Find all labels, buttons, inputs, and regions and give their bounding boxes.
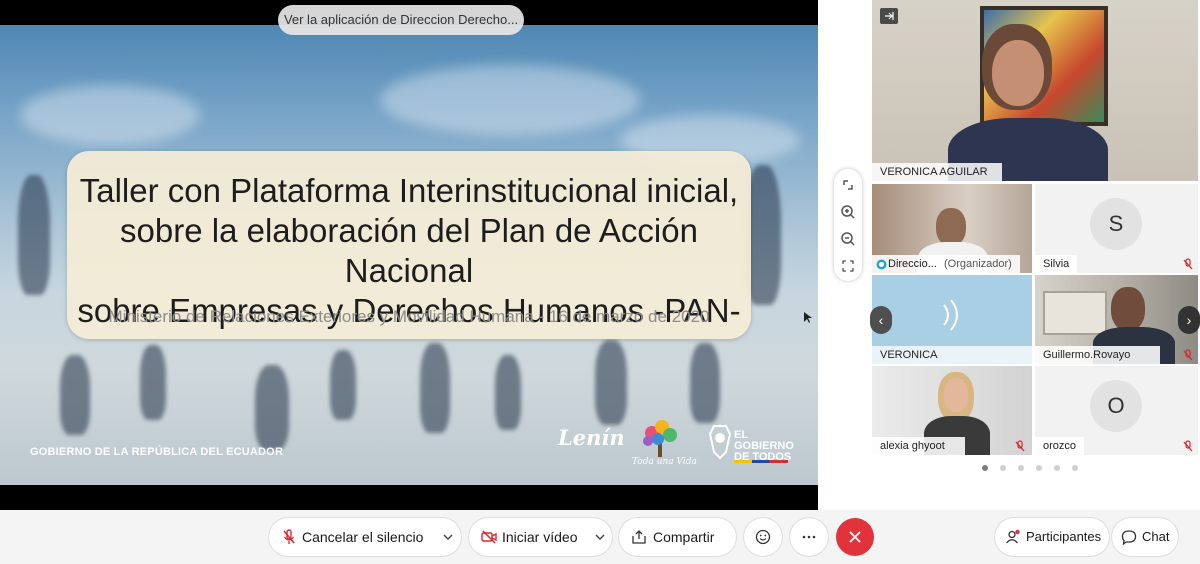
cloud-decoration <box>380 65 640 135</box>
start-video-button[interactable]: Iniciar vídeo <box>469 518 612 556</box>
previous-page-button[interactable]: ‹ <box>870 306 892 334</box>
participant-name: Direccio... <box>888 258 937 270</box>
participant-name: Silvia <box>1035 255 1078 273</box>
emoji-icon <box>755 529 771 545</box>
participant-name: orozco <box>1035 437 1085 455</box>
chat-button[interactable]: Chat <box>1112 518 1178 556</box>
fullscreen-icon[interactable] <box>838 256 858 276</box>
silhouette-decoration <box>690 343 720 423</box>
flag-stripe-decoration <box>734 460 788 463</box>
unmute-button[interactable]: Cancelar el silencio <box>269 518 461 556</box>
participants-label: Participantes <box>1026 529 1102 544</box>
cloud-decoration <box>20 85 200 145</box>
zoom-controls <box>834 169 862 281</box>
silhouette-decoration <box>60 355 90 435</box>
zoom-out-icon[interactable] <box>838 229 858 249</box>
webex-status-icon <box>876 259 887 270</box>
more-icon <box>802 535 816 539</box>
slide-subtitle: Ministerio de Relaciones Exteriores y Mo… <box>108 307 710 326</box>
participant-tile[interactable]: alexia ghyoot <box>872 366 1032 455</box>
muted-microphone-icon <box>1183 258 1193 270</box>
silhouette-decoration <box>495 355 521 430</box>
chevron-down-icon[interactable] <box>593 529 607 545</box>
page-dot[interactable] <box>1036 465 1042 471</box>
unmute-label: Cancelar el silencio <box>302 529 424 545</box>
speaking-indicator-icon <box>943 299 958 331</box>
active-speaker-tile[interactable]: VERONICA AGUILAR <box>872 0 1198 181</box>
muted-microphone-icon <box>1015 440 1025 452</box>
participant-name: VERONICA AGUILAR <box>872 346 1032 364</box>
presentation-slide: Taller con Plataforma Interinstitucional… <box>0 25 818 485</box>
participant-tile[interactable]: O orozco <box>1035 366 1198 455</box>
close-icon <box>849 531 861 543</box>
silhouette-decoration <box>140 345 166 420</box>
participant-label: Direccio... (Organizador) <box>872 255 1020 273</box>
gobierno-logo-text: EL GOBIERNO DE TODOS <box>734 430 794 463</box>
person-face-decoration <box>1111 287 1145 331</box>
share-icon <box>632 530 646 544</box>
participant-tile[interactable]: S Silvia <box>1035 184 1198 273</box>
muted-microphone-icon <box>1183 440 1193 452</box>
chat-bubble-icon <box>1121 530 1137 545</box>
mouse-cursor-icon <box>804 312 812 323</box>
page-dot[interactable] <box>1054 465 1060 471</box>
participant-tile[interactable]: Guillermo.Rovayo <box>1035 275 1198 364</box>
participants-video-panel: VERONICA AGUILAR Direccio... (Organizado… <box>870 0 1200 470</box>
collapse-panel-icon[interactable] <box>880 8 898 24</box>
more-options-button[interactable] <box>790 518 828 556</box>
slide-title-card: Taller con Plataforma Interinstitucional… <box>67 151 751 339</box>
video-off-icon <box>481 530 497 544</box>
chat-label: Chat <box>1142 529 1170 544</box>
share-label: Compartir <box>653 529 715 545</box>
participant-tile[interactable]: Direccio... (Organizador) <box>872 184 1032 273</box>
avatar: O <box>1090 380 1142 432</box>
leave-meeting-button[interactable] <box>836 518 874 556</box>
slide-title-line-1: Taller con Plataforma Interinstitucional… <box>79 172 739 209</box>
slide-title-line-2: sobre la elaboración del Plan de Acción … <box>120 212 698 289</box>
muted-microphone-icon <box>283 529 295 544</box>
start-video-label: Iniciar vídeo <box>502 529 578 545</box>
page-dot[interactable] <box>1000 465 1006 471</box>
person-face-decoration <box>992 40 1044 106</box>
page-dot[interactable] <box>982 465 988 471</box>
lenin-logo: Lenín <box>558 425 625 450</box>
wall-poster-decoration <box>1043 291 1107 335</box>
next-page-button[interactable]: › <box>1178 306 1200 334</box>
active-speaker-name: VERONICA AGUILAR <box>872 163 1002 181</box>
silhouette-decoration <box>420 343 450 433</box>
page-dot[interactable] <box>1018 465 1024 471</box>
share-button[interactable]: Compartir <box>619 518 736 556</box>
silhouette-decoration <box>595 340 627 425</box>
page-indicator <box>982 458 1090 471</box>
silhouette-decoration <box>255 365 289 450</box>
participants-icon <box>1006 529 1020 544</box>
organizer-role: (Organizador) <box>943 258 1012 270</box>
person-face-decoration <box>936 208 966 246</box>
participant-name: alexia ghyoot <box>872 437 965 455</box>
page-dot[interactable] <box>1072 465 1078 471</box>
participants-button[interactable]: Participantes <box>995 518 1109 556</box>
chevron-down-icon[interactable] <box>441 529 455 545</box>
reactions-button[interactable] <box>744 518 782 556</box>
government-footer-text: GOBIERNO DE LA REPÚBLICA DEL ECUADOR <box>30 446 284 458</box>
zoom-in-icon[interactable] <box>838 202 858 222</box>
tree-logo-caption: Toda una Vida <box>632 457 697 467</box>
fit-screen-icon[interactable] <box>838 175 858 195</box>
meeting-toolbar: Cancelar el silencio Iniciar vídeo Compa… <box>0 510 1200 564</box>
silhouette-decoration <box>18 175 50 295</box>
avatar: S <box>1090 198 1142 250</box>
silhouette-decoration <box>330 350 356 420</box>
view-application-button[interactable]: Ver la aplicación de Direccion Derecho..… <box>278 5 524 35</box>
muted-microphone-icon <box>1183 349 1193 361</box>
person-face-decoration <box>944 378 968 412</box>
participant-tile[interactable]: VERONICA AGUILAR <box>872 275 1032 364</box>
participant-name: Guillermo.Rovayo <box>1035 346 1161 364</box>
shared-screen: Taller con Plataforma Interinstitucional… <box>0 0 818 510</box>
